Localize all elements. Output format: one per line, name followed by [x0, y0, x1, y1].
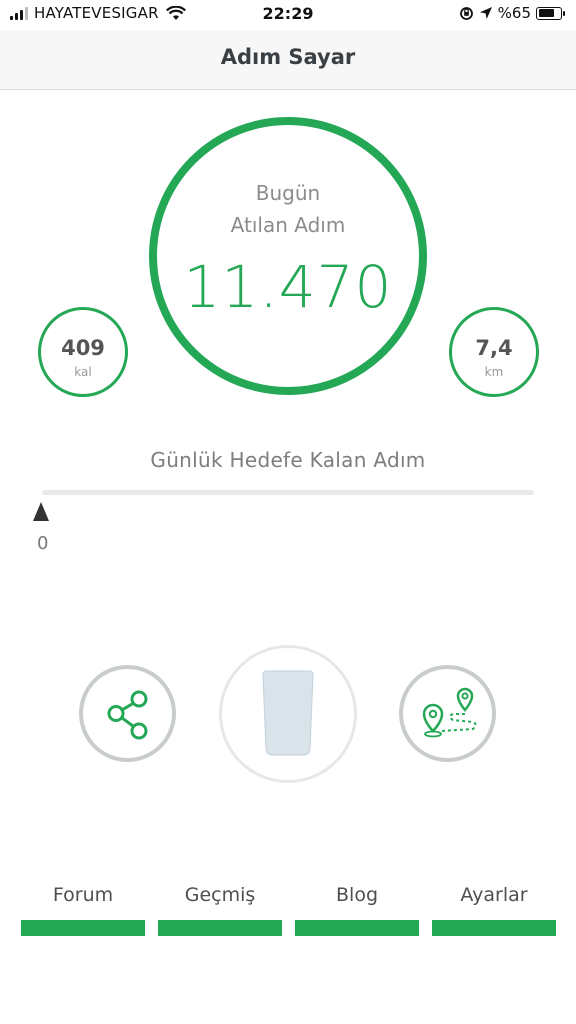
distance-circle: 7,4 km	[449, 307, 539, 397]
battery-level	[538, 9, 555, 17]
battery-icon	[536, 6, 565, 20]
page-title: Adım Sayar	[220, 45, 356, 69]
tab-forum[interactable]: Forum	[21, 884, 145, 936]
tab-blog-label: Blog	[336, 884, 378, 906]
steps-count: 11.470	[183, 253, 393, 321]
calories-value: 409	[61, 336, 105, 360]
share-button[interactable]	[79, 665, 176, 762]
calories-circle: 409 kal	[38, 307, 128, 397]
water-button[interactable]	[219, 645, 357, 783]
route-button[interactable]	[399, 665, 496, 762]
tab-history-indicator	[158, 920, 282, 936]
tab-blog-indicator	[295, 920, 419, 936]
steps-label-today: Bugün	[255, 181, 321, 205]
goal-remaining-label: Günlük Hedefe Kalan Adım	[150, 448, 426, 472]
status-right: %65	[459, 4, 565, 22]
steps-label-taken: Atılan Adım	[230, 213, 346, 237]
distance-value: 7,4	[475, 336, 513, 360]
battery-percent: %65	[497, 4, 531, 22]
distance-unit: km	[484, 365, 504, 379]
progress-marker-icon	[33, 502, 49, 521]
tab-history[interactable]: Geçmiş	[158, 884, 282, 936]
goal-remaining-value: 0	[37, 533, 49, 554]
nav-bar: Adım Sayar	[0, 30, 576, 90]
route-map-icon	[422, 687, 477, 738]
tab-blog[interactable]: Blog	[295, 884, 419, 936]
share-icon	[107, 690, 148, 740]
tab-settings-indicator	[432, 920, 556, 936]
location-arrow-icon	[479, 7, 492, 19]
tab-settings-label: Ayarlar	[460, 884, 528, 906]
steps-ring: Bugün Atılan Adım 11.470	[149, 117, 427, 395]
water-glass-icon	[262, 670, 314, 756]
tab-settings[interactable]: Ayarlar	[432, 884, 556, 936]
goal-progress-bar	[42, 490, 534, 495]
status-bar: HAYATEVESIGAR 22:29 %65	[0, 0, 576, 30]
orientation-lock-icon	[459, 6, 473, 20]
calories-unit: kal	[74, 365, 92, 379]
tab-forum-indicator	[21, 920, 145, 936]
tab-forum-label: Forum	[52, 884, 114, 906]
tab-history-label: Geçmiş	[184, 884, 256, 906]
